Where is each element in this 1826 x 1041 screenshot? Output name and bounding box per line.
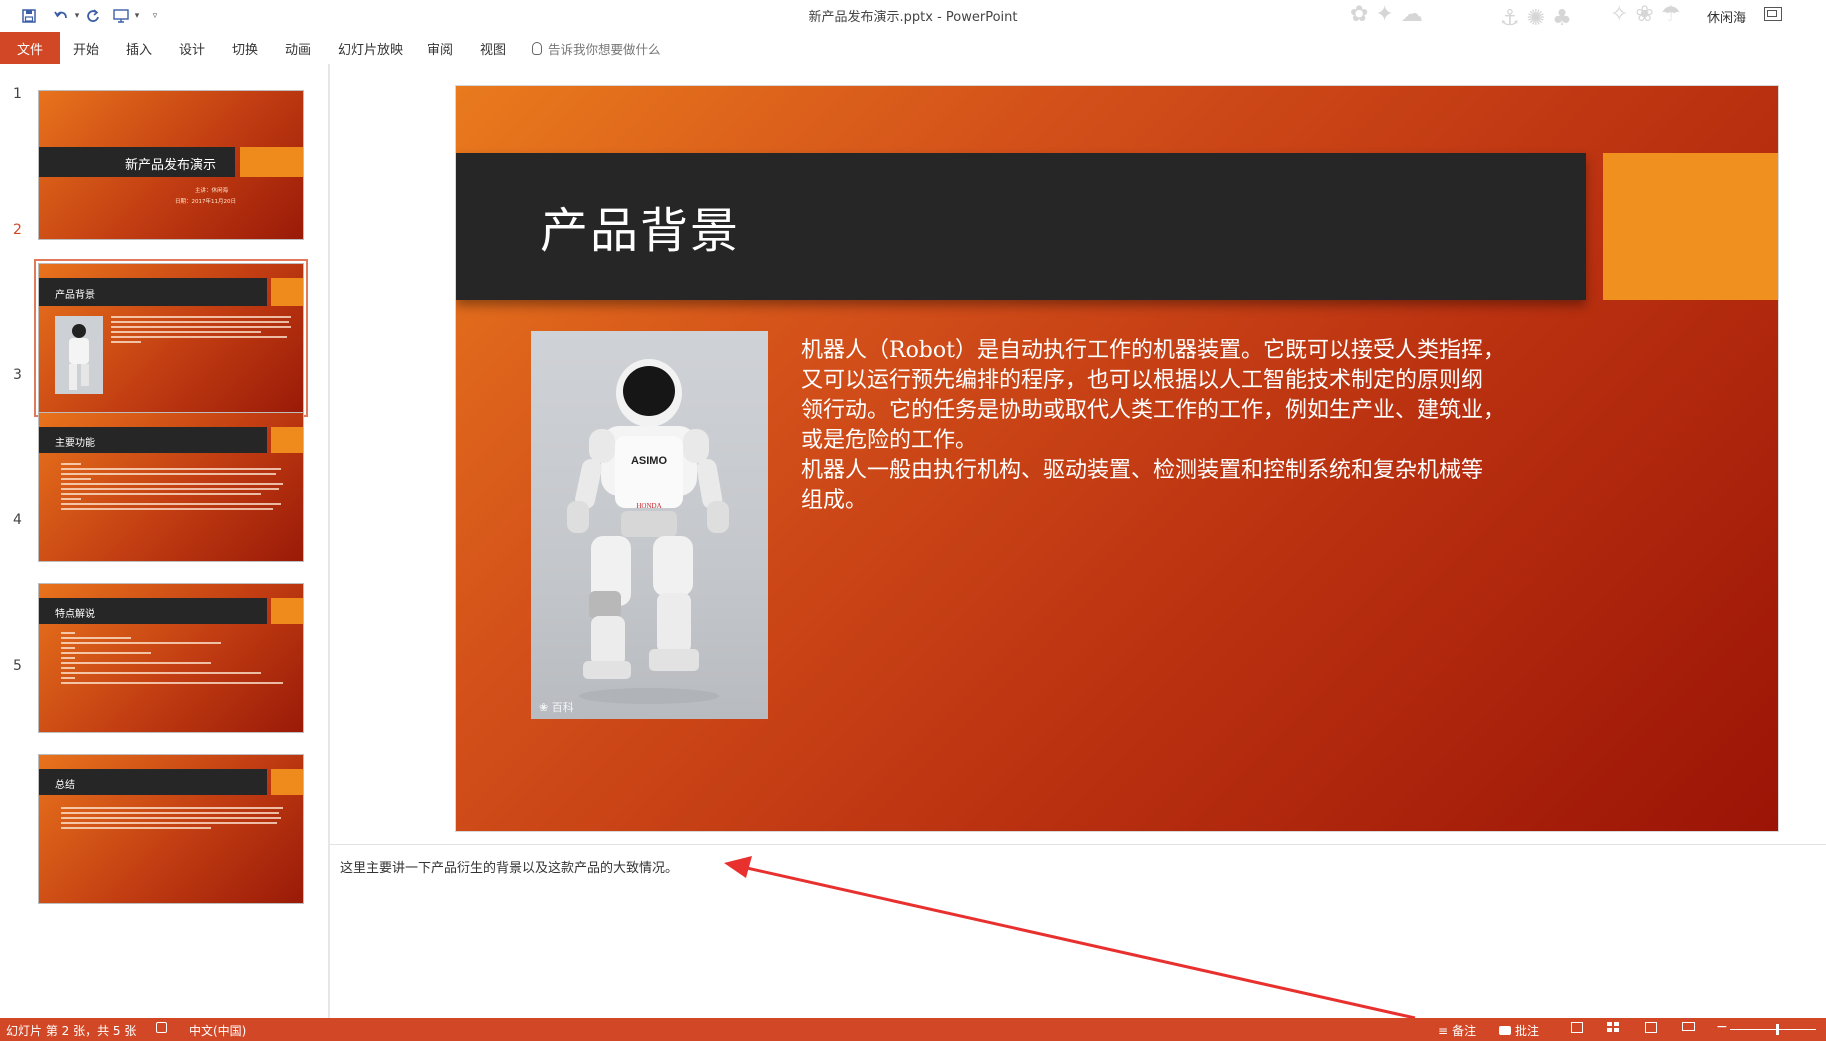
tab-view[interactable]: 视图: [480, 32, 506, 64]
slide-title-bar: 产品背景: [456, 153, 1586, 300]
thumb-accent: [240, 147, 303, 177]
tab-animations[interactable]: 动画: [285, 32, 311, 64]
tell-me-placeholder: 告诉我你想要做什么: [548, 41, 661, 57]
thumbnail-number: 1: [13, 86, 22, 102]
thumb-title: 总结: [55, 780, 75, 791]
speaker-notes-text[interactable]: 这里主要讲一下产品衍生的背景以及这款产品的大致情况。: [340, 857, 678, 876]
tab-review[interactable]: 审阅: [427, 32, 453, 64]
robot-photo[interactable]: ASIMO HONDA ❀ 百科: [531, 331, 768, 719]
tab-file[interactable]: 文件: [0, 32, 60, 64]
body-line: 机器人（Robot）是自动执行工作的机器装置。它既可以接受人类指挥，: [801, 338, 1505, 363]
slide-thumbnail-2[interactable]: 产品背景: [38, 263, 304, 413]
tab-transitions[interactable]: 切换: [232, 32, 258, 64]
thumb-accent: [271, 427, 303, 453]
tell-me-search[interactable]: 告诉我你想要做什么: [532, 32, 661, 64]
ribbon-display-options-icon[interactable]: [1764, 7, 1782, 21]
watermark-text: 百科: [551, 701, 574, 714]
body-line: 领行动。它的任务是协助或取代人类工作的工作，例如生产业、建筑业，: [801, 398, 1506, 423]
comment-icon: [1499, 1026, 1511, 1035]
notes-icon: ≡: [1438, 1023, 1449, 1038]
thumbnail-number: 2: [13, 222, 22, 238]
robot-illustration: ASIMO HONDA: [567, 359, 729, 704]
body-line: 机器人一般由执行机构、驱动装置、检测装置和控制系统和复杂机械等: [801, 458, 1484, 483]
slide-thumbnail-1[interactable]: 新产品发布演示 主讲：休闲海 日期：2017年11月20日: [38, 90, 304, 240]
slide-sorter-icon[interactable]: [1607, 1022, 1619, 1032]
thumb-title: 特点解说: [55, 609, 95, 620]
zoom-slider-handle[interactable]: [1776, 1024, 1779, 1035]
slide-thumbnail-3[interactable]: 主要功能: [38, 412, 304, 562]
thumb-title: 主要功能: [55, 438, 95, 449]
notes-button[interactable]: ≡ 备注: [1438, 1022, 1476, 1039]
status-bar: 幻灯片 第 2 张，共 5 张 中文(中国) ≡ 备注 批注 −: [0, 1018, 1826, 1041]
ribbon-tabs: 文件 开始 插入 设计 切换 动画 幻灯片放映 审阅 视图 告诉我你想要做什么: [0, 32, 1826, 64]
tab-design[interactable]: 设计: [179, 32, 205, 64]
thumb-body-lines: [61, 807, 287, 832]
slide-counter: 幻灯片 第 2 张，共 5 张: [6, 1024, 137, 1038]
thumb-body-lines: [61, 463, 291, 513]
baike-watermark: ❀ 百科: [539, 699, 574, 715]
slide-accent-block: [1603, 153, 1778, 300]
thumb-body-lines: [111, 316, 291, 346]
body-line: 组成。: [801, 488, 868, 513]
thumbnail-number: 5: [13, 658, 22, 674]
notes-label: 备注: [1452, 1024, 1477, 1038]
slideshow-view-icon[interactable]: [1682, 1022, 1700, 1031]
slide-canvas[interactable]: 产品背景 ASIMO HONDA ❀ 百科 机器人（Robot）是自动执行工作的…: [456, 86, 1778, 831]
body-line: 又可以运行预先编排的程序，也可以根据以人工智能技术制定的原则纲: [801, 368, 1484, 393]
thumbnail-number: 4: [13, 512, 22, 528]
paw-icon: ❀: [539, 701, 549, 714]
slide-thumbnail-pane: 1 新产品发布演示 主讲：休闲海 日期：2017年11月20日 2 产品背景 3…: [0, 64, 330, 1018]
robot-chest-label: ASIMO: [631, 455, 668, 467]
thumb-date: 日期：2017年11月20日: [175, 199, 236, 205]
slide-thumbnail-5[interactable]: 总结: [38, 754, 304, 904]
lightbulb-icon: [532, 41, 542, 55]
title-bar: ▾ ▾ ▿ 新产品发布演示.pptx - PowerPoint ✿ ✦ ☁ ⚓ …: [0, 0, 1826, 32]
zoom-out-icon[interactable]: −: [1716, 1019, 1728, 1035]
thumb-accent: [271, 278, 303, 306]
slide-thumbnail-4[interactable]: 特点解说: [38, 583, 304, 733]
notes-pane[interactable]: 这里主要讲一下产品衍生的背景以及这款产品的大致情况。: [330, 844, 1826, 1018]
normal-view-icon[interactable]: [1571, 1022, 1588, 1033]
body-line: 或是危险的工作。: [801, 428, 978, 453]
spell-check-icon[interactable]: [156, 1022, 172, 1033]
thumb-title: 新产品发布演示: [125, 158, 217, 173]
slide-body-text[interactable]: 机器人（Robot）是自动执行工作的机器装置。它既可以接受人类指挥， 又可以运行…: [801, 336, 1601, 516]
zoom-slider-track[interactable]: [1730, 1029, 1816, 1030]
thumb-title: 产品背景: [55, 290, 95, 301]
thumbnail-number: 3: [13, 367, 22, 383]
tab-home[interactable]: 开始: [73, 32, 99, 64]
tab-slideshow[interactable]: 幻灯片放映: [338, 32, 403, 64]
comments-button[interactable]: 批注: [1499, 1022, 1539, 1039]
thumb-robot-image: [55, 316, 103, 394]
thumb-presenter: 主讲：休闲海: [195, 188, 229, 194]
tab-insert[interactable]: 插入: [126, 32, 152, 64]
reading-view-icon[interactable]: [1645, 1022, 1662, 1033]
thumb-accent: [271, 769, 303, 795]
comments-label: 批注: [1515, 1024, 1540, 1038]
robot-brand-label: HONDA: [636, 502, 661, 510]
powerpoint-window: ▾ ▾ ▿ 新产品发布演示.pptx - PowerPoint ✿ ✦ ☁ ⚓ …: [0, 0, 1826, 1041]
thumb-accent: [271, 598, 303, 624]
slide-title[interactable]: 产品背景: [540, 191, 740, 261]
thumb-body-lines: [61, 632, 291, 687]
language-indicator[interactable]: 中文(中国): [189, 1022, 246, 1039]
account-name[interactable]: 休闲海: [1707, 7, 1746, 26]
